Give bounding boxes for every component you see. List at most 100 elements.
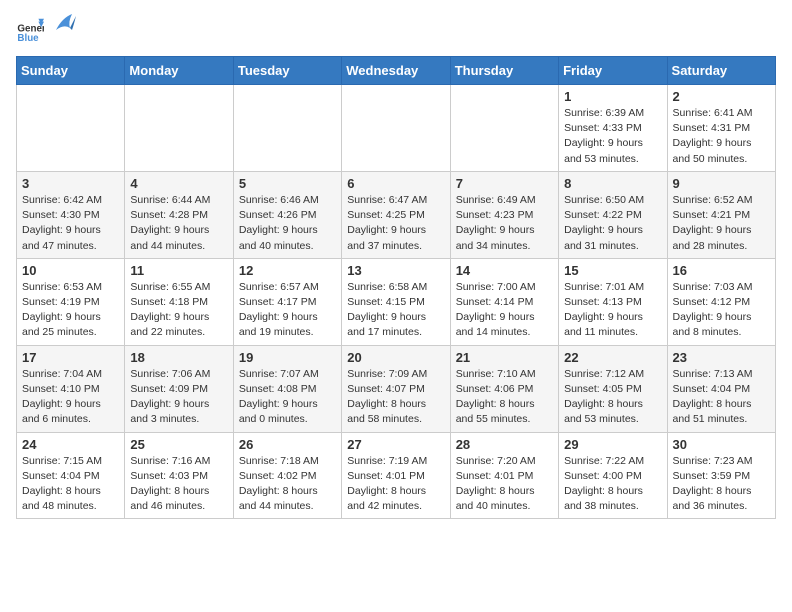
day-number: 23 xyxy=(673,350,770,365)
day-info: Sunrise: 7:15 AMSunset: 4:04 PMDaylight:… xyxy=(22,454,119,515)
day-info: Sunrise: 7:12 AMSunset: 4:05 PMDaylight:… xyxy=(564,367,661,428)
day-info-line: Sunset: 4:12 PM xyxy=(673,296,751,308)
day-info-line: Daylight: 8 hours xyxy=(564,398,643,410)
day-info-line: Sunset: 4:18 PM xyxy=(130,296,208,308)
day-info-line: Sunset: 4:31 PM xyxy=(673,122,751,134)
calendar-cell: 16Sunrise: 7:03 AMSunset: 4:12 PMDayligh… xyxy=(667,258,775,345)
calendar-cell: 7Sunrise: 6:49 AMSunset: 4:23 PMDaylight… xyxy=(450,171,558,258)
day-info-line: Daylight: 8 hours xyxy=(239,485,318,497)
day-info-line: Sunrise: 7:16 AM xyxy=(130,455,210,467)
day-info-line: Daylight: 8 hours xyxy=(22,485,101,497)
calendar-cell: 19Sunrise: 7:07 AMSunset: 4:08 PMDayligh… xyxy=(233,345,341,432)
day-info-line: Daylight: 9 hours xyxy=(22,311,101,323)
day-info: Sunrise: 7:03 AM Sunset: 4:12 PM Daylight:… xyxy=(673,280,770,341)
day-info-line: Daylight: 9 hours xyxy=(564,311,643,323)
day-info-line: Sunrise: 7:18 AM xyxy=(239,455,319,467)
day-info-line: Sunrise: 6:49 AM xyxy=(456,194,536,206)
day-info-line: Sunset: 4:14 PM xyxy=(456,296,534,308)
weekday-header-wednesday: Wednesday xyxy=(342,57,450,85)
weekday-header-thursday: Thursday xyxy=(450,57,558,85)
day-info-line: Sunrise: 6:53 AM xyxy=(22,281,102,293)
weekday-header-friday: Friday xyxy=(559,57,667,85)
day-info: Sunrise: 7:19 AMSunset: 4:01 PMDaylight:… xyxy=(347,454,444,515)
calendar-cell: 13Sunrise: 6:58 AMSunset: 4:15 PMDayligh… xyxy=(342,258,450,345)
day-info-line: Sunset: 4:04 PM xyxy=(673,383,751,395)
day-info-line: Sunrise: 6:46 AM xyxy=(239,194,319,206)
calendar-cell: 6Sunrise: 6:47 AMSunset: 4:25 PMDaylight… xyxy=(342,171,450,258)
day-number: 29 xyxy=(564,437,661,452)
day-number: 11 xyxy=(130,263,227,278)
calendar-cell xyxy=(450,85,558,172)
day-info-line: Sunrise: 6:55 AM xyxy=(130,281,210,293)
calendar-cell: 2 Sunrise: 6:41 AMSunset: 4:31 PMDaylight… xyxy=(667,85,775,172)
day-info-line: Daylight: 8 hours xyxy=(456,485,535,497)
day-info-line: and 47 minutes. xyxy=(22,240,97,252)
day-info-line: Daylight: 9 hours xyxy=(673,311,752,323)
day-info-line: Sunset: 4:01 PM xyxy=(456,470,534,482)
day-info-line: and 8 minutes. xyxy=(673,326,742,338)
day-info: Sunrise: 6:41 AMSunset: 4:31 PMDaylight:… xyxy=(673,106,770,167)
calendar-cell: 25Sunrise: 7:16 AMSunset: 4:03 PMDayligh… xyxy=(125,432,233,519)
day-info-line: and 44 minutes. xyxy=(239,500,314,512)
day-info-line: Sunrise: 7:10 AM xyxy=(456,368,536,380)
day-info-line: and 53 minutes. xyxy=(564,153,639,165)
day-info: Sunrise: 7:09 AM Sunset: 4:07 PM Daylight:… xyxy=(347,367,444,428)
calendar-cell: 28Sunrise: 7:20 AMSunset: 4:01 PMDayligh… xyxy=(450,432,558,519)
day-number: 2 xyxy=(673,89,770,104)
calendar-cell: 12Sunrise: 6:57 AMSunset: 4:17 PMDayligh… xyxy=(233,258,341,345)
calendar-week-row: 24 Sunrise: 7:15 AMSunset: 4:04 PMDayligh… xyxy=(17,432,776,519)
day-number: 15 xyxy=(564,263,661,278)
day-info: Sunrise: 6:47 AMSunset: 4:25 PMDaylight:… xyxy=(347,193,444,254)
day-number: 27 xyxy=(347,437,444,452)
day-info-line: Sunrise: 7:09 AM xyxy=(347,368,427,380)
day-info-line: and 19 minutes. xyxy=(239,326,314,338)
day-info-line: Sunrise: 6:52 AM xyxy=(673,194,753,206)
calendar-cell: 23Sunrise: 7:13 AMSunset: 4:04 PMDayligh… xyxy=(667,345,775,432)
day-info: Sunrise: 7:01 AMSunset: 4:13 PMDaylight:… xyxy=(564,280,661,341)
day-info-line: Sunset: 4:07 PM xyxy=(347,383,425,395)
day-info-line: Daylight: 8 hours xyxy=(347,398,426,410)
day-info-line: Daylight: 9 hours xyxy=(130,224,209,236)
weekday-header-tuesday: Tuesday xyxy=(233,57,341,85)
day-info-line: Sunrise: 7:00 AM xyxy=(456,281,536,293)
day-info-line: Sunrise: 6:39 AM xyxy=(564,107,644,119)
day-info-line: and 55 minutes. xyxy=(456,413,531,425)
day-info-line: Sunset: 4:22 PM xyxy=(564,209,642,221)
day-info-line: and 36 minutes. xyxy=(673,500,748,512)
day-info-line: Sunrise: 7:12 AM xyxy=(564,368,644,380)
calendar-week-row: 1Sunrise: 6:39 AMSunset: 4:33 PMDaylight… xyxy=(17,85,776,172)
day-number: 24 xyxy=(22,437,119,452)
day-info-line: Daylight: 8 hours xyxy=(564,485,643,497)
day-info-line: and 31 minutes. xyxy=(564,240,639,252)
day-info-line: and 48 minutes. xyxy=(22,500,97,512)
weekday-header-saturday: Saturday xyxy=(667,57,775,85)
day-info-line: Sunrise: 7:20 AM xyxy=(456,455,536,467)
day-info-line: Sunrise: 7:13 AM xyxy=(673,368,753,380)
day-info-line: Daylight: 9 hours xyxy=(347,311,426,323)
day-number: 8 xyxy=(564,176,661,191)
day-info: Sunrise: 6:53 AMSunset: 4:19 PMDaylight:… xyxy=(22,280,119,341)
day-info: Sunrise: 7:22 AMSunset: 4:00 PMDaylight:… xyxy=(564,454,661,515)
calendar-cell: 10Sunrise: 6:53 AMSunset: 4:19 PMDayligh… xyxy=(17,258,125,345)
day-number: 14 xyxy=(456,263,553,278)
day-info-line: Sunrise: 7:22 AM xyxy=(564,455,644,467)
day-number: 12 xyxy=(239,263,336,278)
day-info-line: Daylight: 9 hours xyxy=(673,224,752,236)
calendar-cell: 22Sunrise: 7:12 AMSunset: 4:05 PMDayligh… xyxy=(559,345,667,432)
day-info-line: Sunset: 4:17 PM xyxy=(239,296,317,308)
calendar-cell: 8Sunrise: 6:50 AMSunset: 4:22 PMDaylight… xyxy=(559,171,667,258)
day-info: Sunrise: 6:52 AMSunset: 4:21 PMDaylight:… xyxy=(673,193,770,254)
day-info-line: Daylight: 9 hours xyxy=(564,137,643,149)
day-info-line: Sunrise: 6:57 AM xyxy=(239,281,319,293)
calendar-cell: 1Sunrise: 6:39 AMSunset: 4:33 PMDaylight… xyxy=(559,85,667,172)
calendar-week-row: 17Sunrise: 7:04 AMSunset: 4:10 PMDayligh… xyxy=(17,345,776,432)
calendar-table: SundayMondayTuesdayWednesdayThursdayFrid… xyxy=(16,56,776,519)
weekday-header-monday: Monday xyxy=(125,57,233,85)
day-number: 5 xyxy=(239,176,336,191)
day-info-line: Daylight: 8 hours xyxy=(130,485,209,497)
header: General Blue xyxy=(16,16,776,44)
day-number: 20 xyxy=(347,350,444,365)
day-number: 9 xyxy=(673,176,770,191)
day-info: Sunrise: 7:06 AMSunset: 4:09 PMDaylight:… xyxy=(130,367,227,428)
day-info-line: Sunrise: 7:03 AM xyxy=(673,281,753,293)
